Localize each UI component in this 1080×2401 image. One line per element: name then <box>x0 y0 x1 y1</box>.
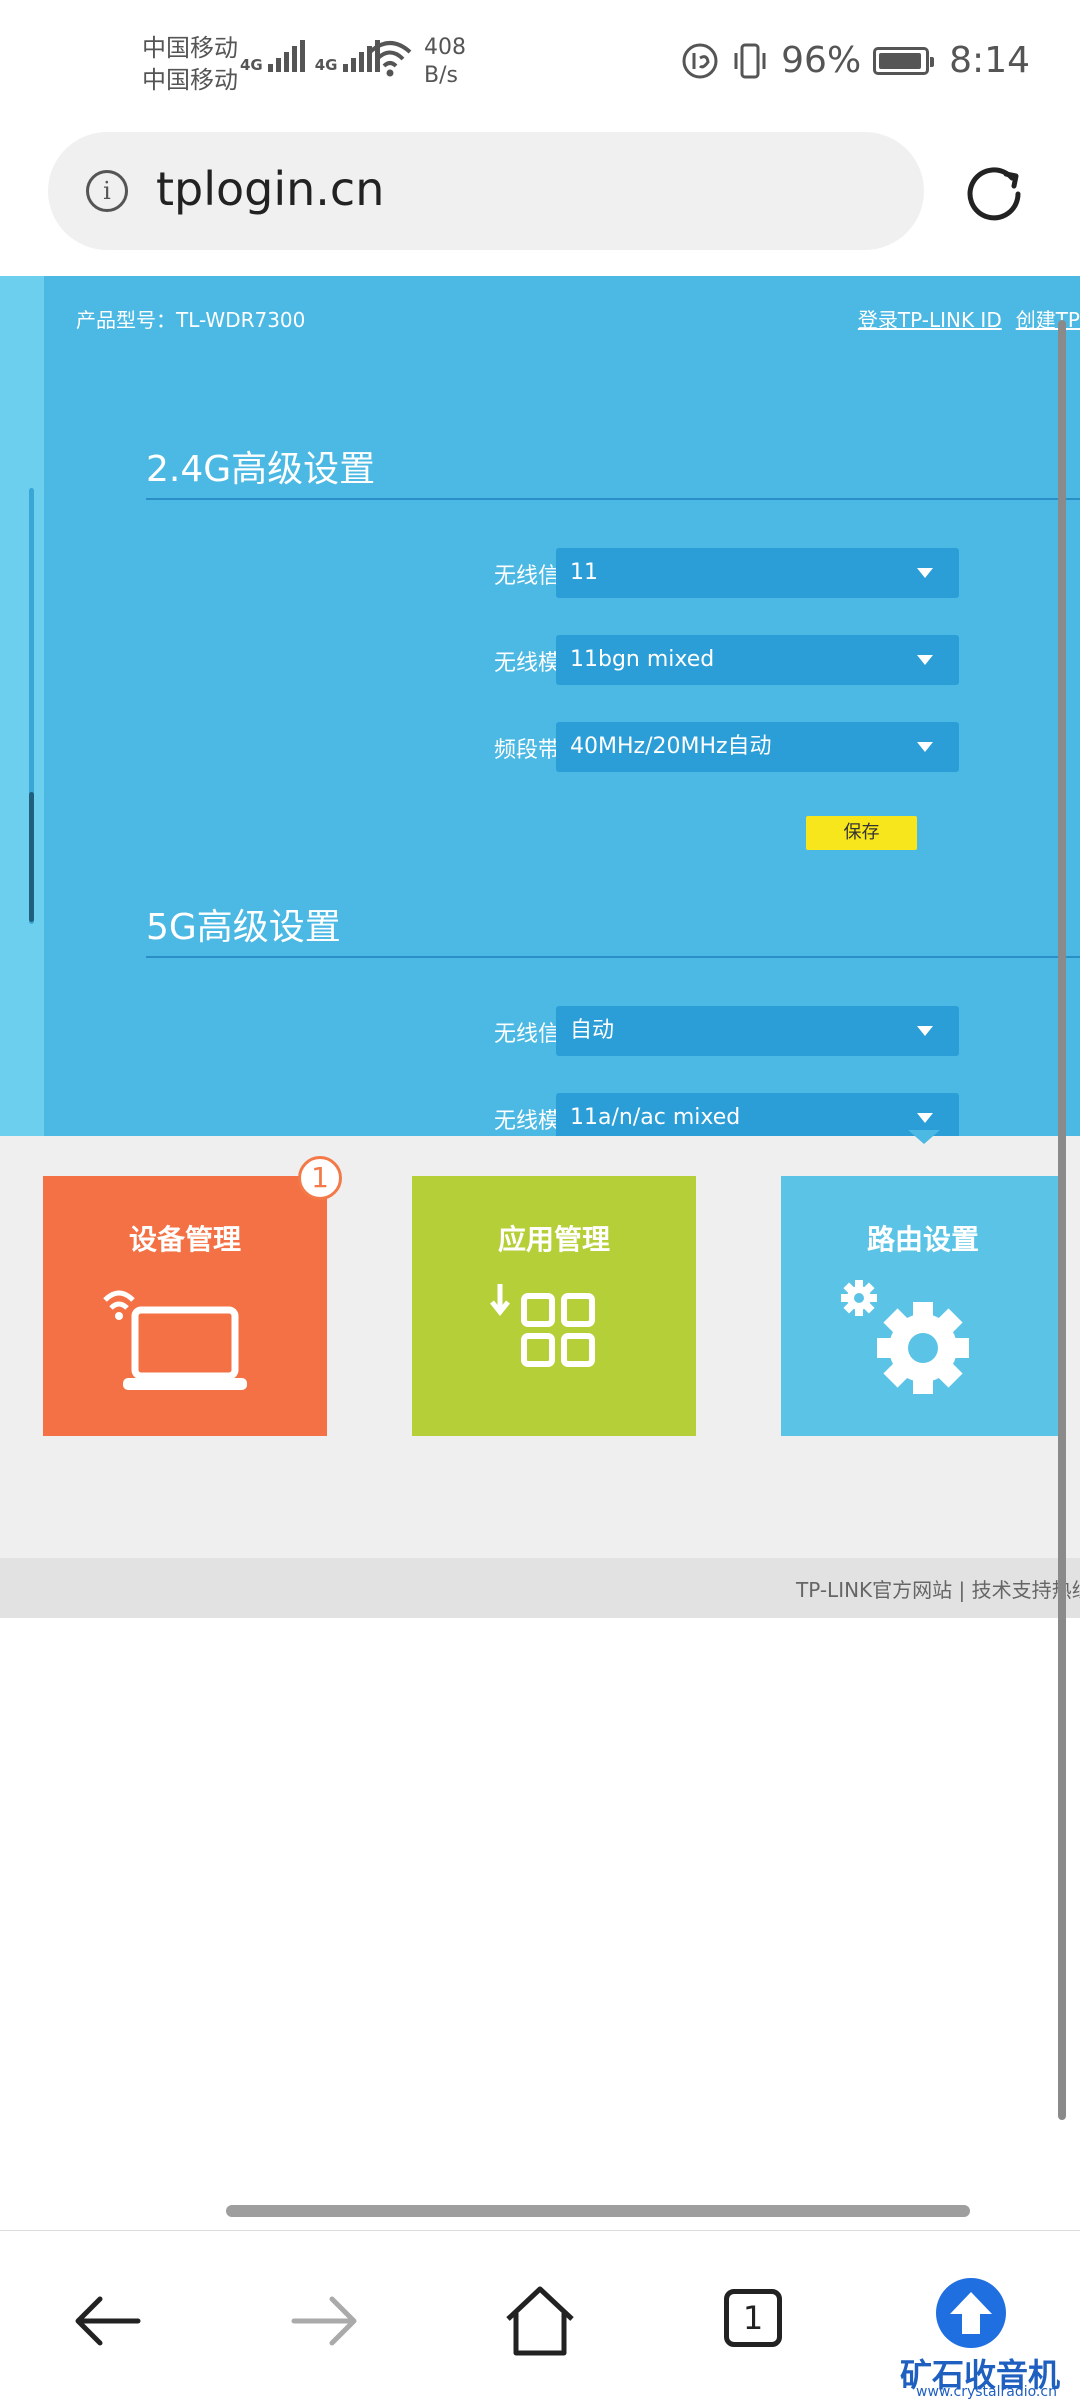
top-links: 登录TP-LINK ID 创建TP <box>844 304 1080 333</box>
vibrate-icon <box>734 43 766 78</box>
inner-scrollbar-thumb[interactable] <box>29 792 34 922</box>
mode-5g-select[interactable]: 11a/n/ac mixed <box>556 1093 959 1136</box>
wifi-icon <box>368 41 412 77</box>
gear-icon <box>841 1280 969 1394</box>
url-text[interactable]: tplogin.cn <box>156 162 384 216</box>
carrier-1: 中国移动 <box>142 34 238 62</box>
section-5g-title: 5G高级设置 <box>146 907 341 948</box>
reload-icon[interactable] <box>962 160 1026 224</box>
tab-count: 1 <box>724 2289 782 2347</box>
login-tplink-id-link[interactable]: 登录TP-LINK ID <box>858 308 1002 332</box>
bandwidth-24g-select[interactable]: 40MHz/20MHz自动 <box>556 722 959 772</box>
dropdown-caret-icon <box>917 742 933 752</box>
router-panel: 产品型号：TL-WDR7300 登录TP-LINK ID 创建TP 2.4G高级设… <box>44 276 1080 1136</box>
divider <box>146 498 1080 500</box>
channel-5g-select[interactable]: 自动 <box>556 1006 959 1056</box>
clock: 8:14 <box>949 40 1030 81</box>
home-icon[interactable] <box>500 2281 580 2361</box>
watermark-url: www.crystalradio.cn <box>916 2384 1057 2400</box>
menu-tiles: 设备管理 1 应用管理 路由设置 <box>0 1136 1080 1560</box>
dropdown-caret-icon <box>917 655 933 665</box>
page-footer: TP-LINK官方网站 | 技术支持热线 <box>0 1558 1080 1618</box>
tile-title: 设备管理 <box>128 1223 241 1256</box>
network-speed: 408 B/s <box>424 35 466 88</box>
dropdown-caret-icon <box>917 1026 933 1036</box>
address-bar[interactable]: i tplogin.cn <box>48 132 924 250</box>
device-management-tile[interactable]: 设备管理 <box>43 1176 327 1436</box>
mode-24g-select[interactable]: 11bgn mixed <box>556 635 959 685</box>
apps-download-icon <box>490 1284 595 1367</box>
app-management-tile[interactable]: 应用管理 <box>412 1176 696 1436</box>
signal-icons: 4G 4G <box>240 40 380 73</box>
forward-arrow-icon[interactable] <box>284 2281 364 2361</box>
dropdown-caret-icon <box>917 1113 933 1123</box>
battery-percent: 96% <box>781 40 862 81</box>
tabs-button[interactable]: 1 <box>716 2281 796 2361</box>
divider <box>146 956 1080 958</box>
status-bar: 中国移动 中国移动 4G 4G 408 B/s 96% 8:14 <box>0 0 1080 130</box>
footer-links[interactable]: TP-LINK官方网站 | 技术支持热线 <box>796 1574 1080 1603</box>
eco-mode-icon <box>682 43 718 78</box>
horizontal-scrollbar[interactable] <box>226 2205 970 2217</box>
status-right: 96% 8:14 <box>681 40 1030 81</box>
carrier-labels: 中国移动 中国移动 <box>142 32 238 96</box>
carrier-2: 中国移动 <box>142 66 238 94</box>
section-24g-title: 2.4G高级设置 <box>146 449 376 490</box>
arrow-up-icon <box>950 2292 992 2334</box>
info-icon[interactable]: i <box>86 170 128 212</box>
tile-title: 路由设置 <box>866 1223 979 1256</box>
laptop-icon <box>103 1290 247 1390</box>
dropdown-caret-icon <box>917 568 933 578</box>
active-tile-pointer <box>908 1130 940 1144</box>
router-admin-page: 产品型号：TL-WDR7300 登录TP-LINK ID 创建TP 2.4G高级设… <box>0 276 1080 1136</box>
battery-icon <box>873 46 935 75</box>
router-settings-tile[interactable]: 路由设置 <box>781 1176 1065 1436</box>
tile-title: 应用管理 <box>497 1223 610 1256</box>
notification-badge: 1 <box>298 1156 342 1200</box>
create-tplink-id-link[interactable]: 创建TP <box>1016 308 1080 332</box>
scroll-to-top-button[interactable] <box>936 2278 1006 2348</box>
product-model: 产品型号：TL-WDR7300 <box>76 308 306 332</box>
back-arrow-icon[interactable] <box>68 2281 148 2361</box>
signal-icon: 4G <box>240 40 305 73</box>
channel-24g-select[interactable]: 11 <box>556 548 959 598</box>
vertical-scrollbar[interactable] <box>1058 320 1066 2120</box>
save-button[interactable]: 保存 <box>806 816 917 850</box>
